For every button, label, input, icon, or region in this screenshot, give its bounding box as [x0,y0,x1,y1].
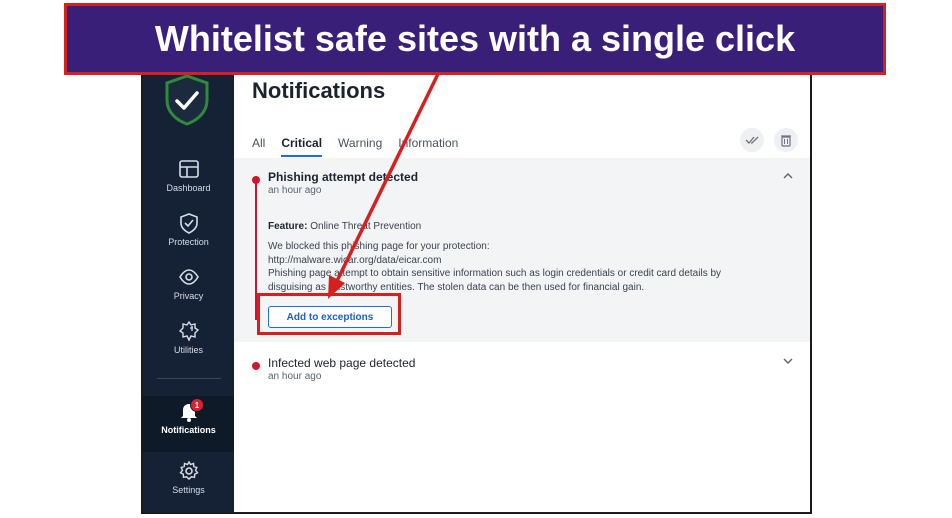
tab-critical[interactable]: Critical [281,136,323,157]
chevron-up-icon[interactable] [782,170,794,182]
shield-icon [179,213,198,234]
eye-icon [178,269,199,285]
tab-warning[interactable]: Warning [338,136,382,157]
description-line: Phishing page attempt to obtain sensitiv… [268,268,722,279]
critical-dot [252,176,260,184]
trash-icon [781,135,791,147]
tab-information[interactable]: Information [398,136,458,157]
sidebar-item-privacy[interactable]: Privacy [143,266,234,320]
gear-icon [178,460,199,480]
main-panel: Notifications All Critical Warning Infor… [234,60,810,512]
sidebar-item-label: Privacy [173,291,204,301]
sidebar-divider [157,378,221,379]
sidebar-item-label: Protection [168,237,209,247]
page-title: Notifications [252,78,386,103]
description-line: We blocked this phishing page for your p… [268,241,490,252]
sidebar-item-utilities[interactable]: Utilities [143,320,234,374]
double-check-icon [745,136,759,144]
sidebar-item-dashboard[interactable]: Dashboard [143,158,234,212]
tab-all[interactable]: All [252,136,265,157]
caption-banner: Whitelist safe sites with a single click [64,3,886,75]
utilities-gear-icon [178,320,199,342]
notification-tabs: All Critical Warning Information [252,136,458,157]
delete-all-button[interactable] [774,128,798,152]
notification-title: Phishing attempt detected [268,170,419,184]
description-line: disguising as trustworthy entities. The … [268,281,645,293]
chevron-down-icon[interactable] [782,355,794,367]
sidebar-item-label: Utilities [173,345,203,355]
sidebar-item-label: Dashboard [166,183,211,193]
app-window: Dashboard Protection Privacy Utilities 1… [141,58,812,514]
sidebar-item-notifications[interactable]: 1 Notifications [143,396,234,452]
feature-label: Feature: [268,221,308,232]
notification-description: We blocked this phishing page for your p… [268,240,768,294]
notification-title: Infected web page detected [268,356,416,370]
dashboard-icon [178,160,199,178]
notification-feature: Feature: Online Threat Prevention [268,220,768,234]
sidebar-item-label: Notifications [161,425,216,435]
feature-value: Online Threat Prevention [310,221,422,232]
timeline-line [255,180,257,320]
sidebar: Dashboard Protection Privacy Utilities 1… [143,60,234,512]
shield-check-icon [165,74,209,126]
critical-dot [252,362,260,370]
sidebar-item-settings[interactable]: Settings [143,460,234,512]
notification-time: an hour ago [268,371,322,382]
blocked-url: http://malware.wicar.org/data/eicar.com [268,254,442,266]
sidebar-item-label: Settings [172,485,205,495]
mark-all-read-button[interactable] [740,128,764,152]
add-to-exceptions-button[interactable]: Add to exceptions [268,306,392,328]
notification-count-badge: 1 [190,398,204,412]
notification-time: an hour ago [268,185,322,196]
sidebar-item-protection[interactable]: Protection [143,212,234,266]
